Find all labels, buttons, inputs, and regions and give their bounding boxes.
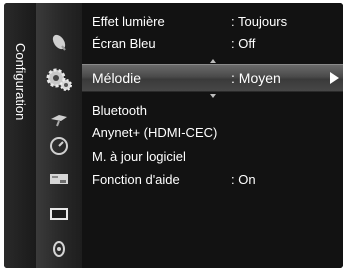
menu-item-value: : Toujours [231,14,288,29]
gear-icon[interactable] [44,64,74,94]
scroll-up-indicator [210,59,216,63]
menu-item-value: : Moyen [231,70,281,86]
picture-icon[interactable] [48,203,70,225]
menu-item-ecran-bleu[interactable]: Écran Bleu : Off [82,33,343,55]
menu-item-effet-lumiere[interactable]: Effet lumière : Toujours [82,11,343,33]
section-strip: Configuration [4,3,36,268]
clock-icon[interactable] [48,135,70,157]
menu-item-label: Effet lumière [92,14,165,29]
setup-menu-panel: Configuration Effet lumière: Toujours É… [4,3,343,268]
menu-item-software-update[interactable]: M. à jour logiciel [82,146,343,168]
menu-item-value: : On [231,172,256,187]
input-plug-icon[interactable] [48,107,70,129]
menu-item-bluetooth[interactable]: Bluetooth [82,100,343,122]
scroll-down-indicator [210,94,216,98]
menu-item-label: Fonction d'aide [92,172,180,187]
submenu-arrow-icon[interactable] [330,72,339,84]
support-icon[interactable] [48,238,70,260]
section-title: Configuration [13,43,28,121]
menu-item-label: Bluetooth [92,103,147,118]
menu-item-help-function[interactable]: Fonction d'aide : On [82,169,343,191]
menu-item-label: Écran Bleu [92,36,156,51]
menu-item-anynet[interactable]: Anynet+ (HDMI-CEC) [82,122,343,144]
menu-item-label: M. à jour logiciel [92,149,186,164]
menu-item-value: : Off [231,36,256,51]
menu-item-melodie[interactable]: Mélodie : Moyen [82,64,343,92]
menu-list: Effet lumière : Toujours Écran Bleu : Of… [82,3,343,268]
satellite-dish-icon[interactable] [48,31,70,53]
category-icon-column [36,3,114,268]
tv-osd-screen: Configuration Effet lumière: Toujours É… [0,0,343,270]
menu-item-label: Anynet+ (HDMI-CEC) [92,125,218,140]
menu-item-label: Mélodie [92,70,142,86]
speaker-icon[interactable] [48,168,70,190]
